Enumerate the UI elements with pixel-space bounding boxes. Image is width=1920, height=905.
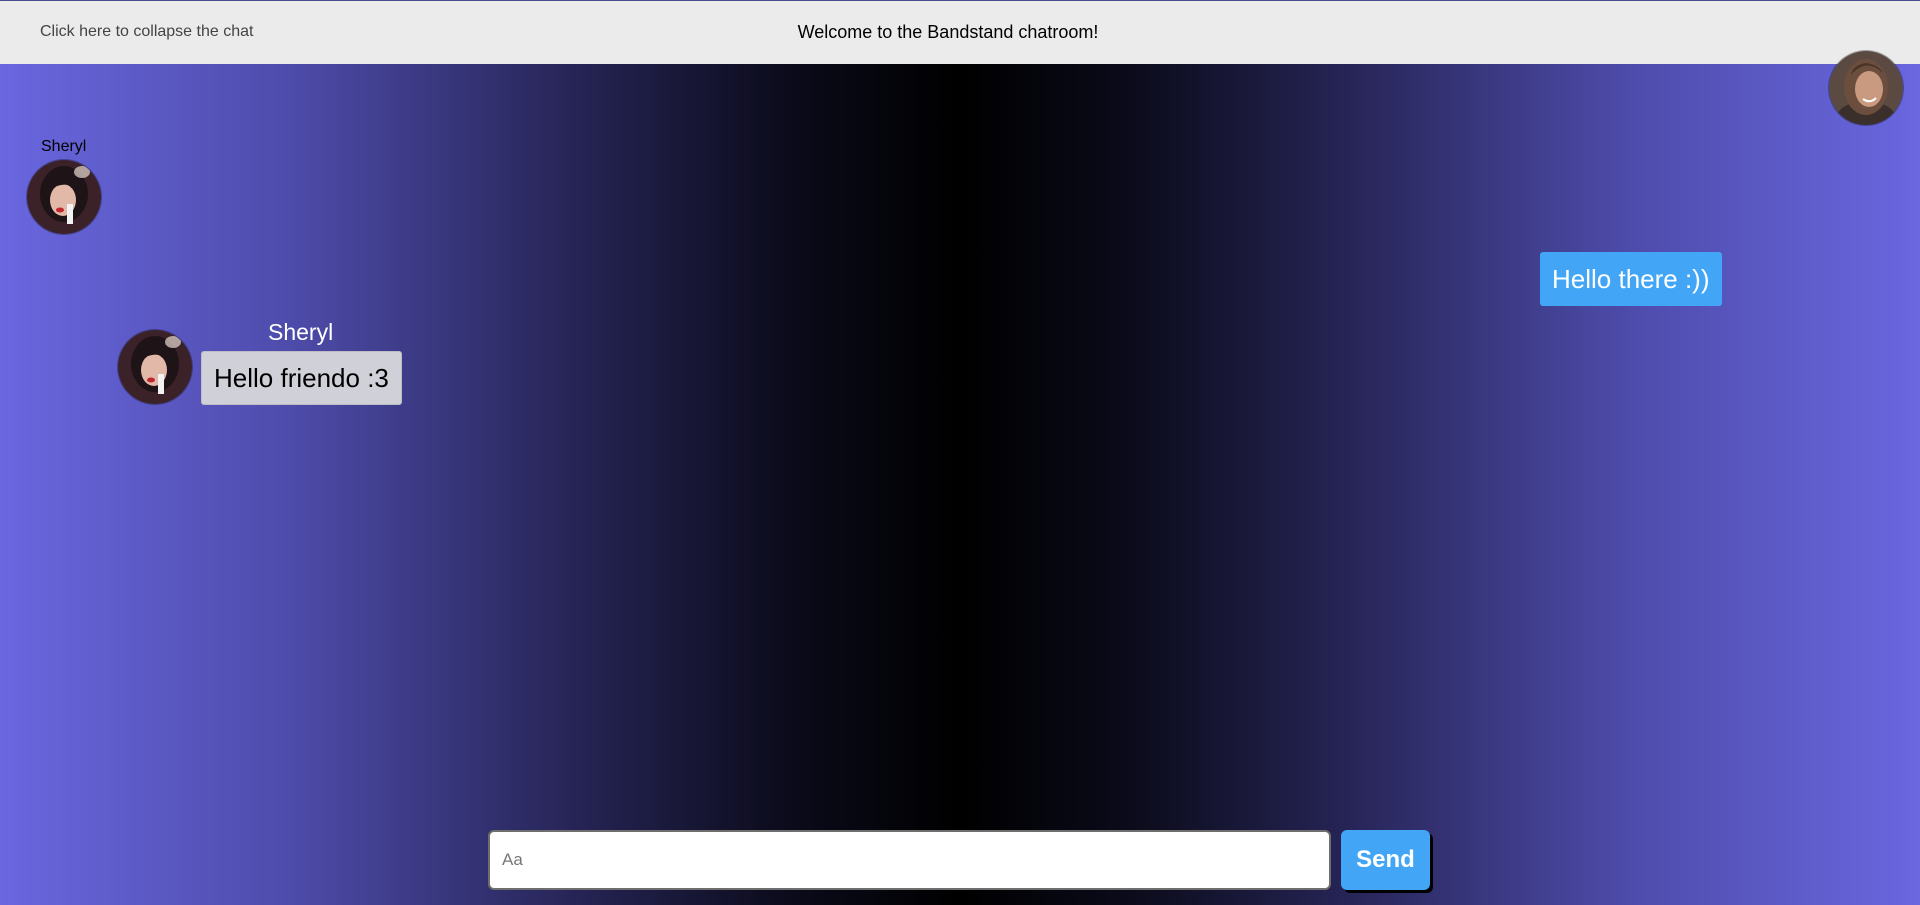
- user-avatar-photo-icon: [27, 160, 101, 234]
- online-user-avatar[interactable]: [27, 160, 101, 234]
- send-button[interactable]: Send: [1341, 830, 1430, 890]
- message-sender-avatar[interactable]: [118, 330, 192, 404]
- chat-title: Welcome to the Bandstand chatroom!: [797, 22, 1099, 42]
- user-avatar-photo-icon: [1829, 51, 1903, 125]
- current-user-avatar[interactable]: [1829, 51, 1903, 125]
- chat-header: Click here to collapse the chat Welcome …: [0, 0, 1920, 64]
- message-input[interactable]: [488, 830, 1331, 890]
- message-sender-name: Sheryl: [268, 319, 334, 345]
- incoming-message-bubble: Hello friendo :3: [201, 351, 402, 405]
- user-avatar-photo-icon: [118, 330, 192, 404]
- outgoing-message-bubble: Hello there :)): [1540, 252, 1722, 306]
- online-user-name: Sheryl: [41, 138, 87, 155]
